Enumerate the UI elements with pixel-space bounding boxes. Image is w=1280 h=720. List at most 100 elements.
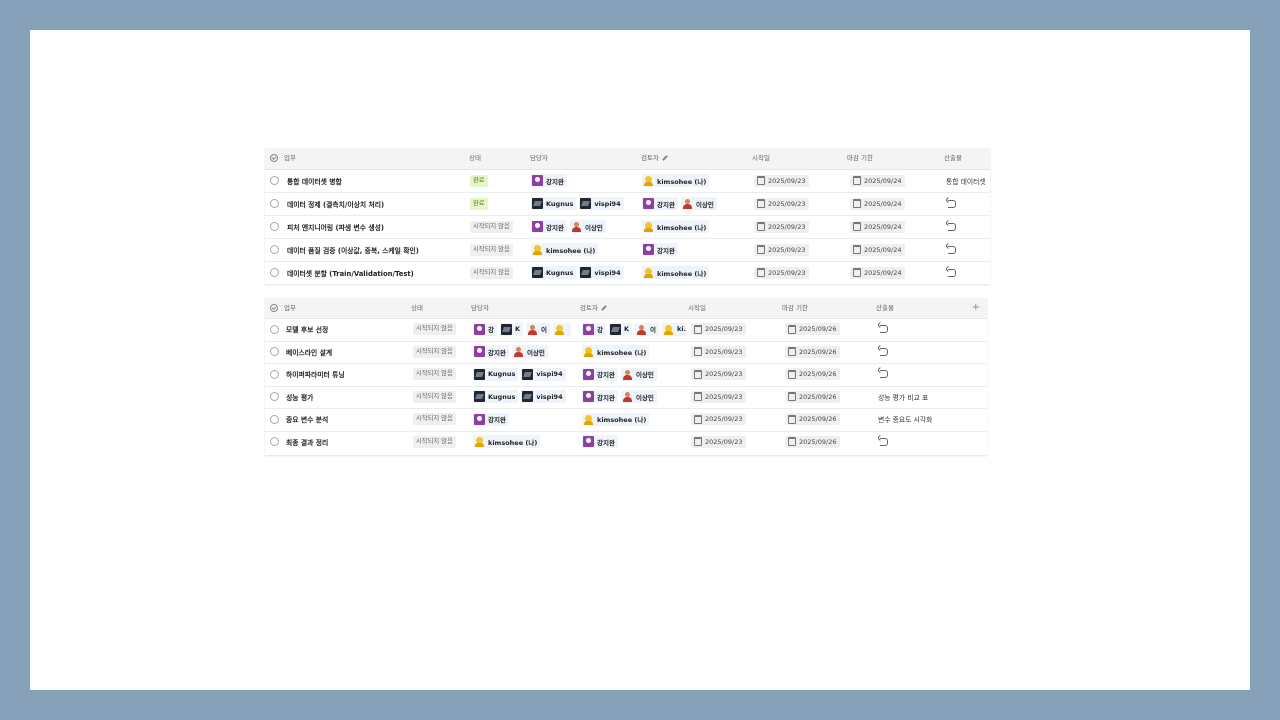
header-status[interactable]: 상태 (411, 298, 423, 318)
assignee-cell[interactable]: Kugnus vispi94 (531, 261, 627, 284)
assignee-cell[interactable]: Kugnus vispi94 (531, 192, 627, 215)
assignee-cell[interactable]: Kugnus vispi94 (473, 363, 569, 386)
deliverable-link-icon[interactable] (880, 325, 888, 334)
complete-checkbox[interactable] (270, 245, 279, 254)
status-badge[interactable]: 시작되지 않음 (413, 413, 456, 426)
due-date[interactable]: 2025/09/26 (785, 413, 841, 426)
reviewer-cell[interactable]: kimsohee (나) (582, 408, 652, 431)
task-name[interactable]: 데이터 정제 (결측치/이상치 처리) (287, 192, 384, 215)
complete-checkbox[interactable] (270, 199, 279, 208)
complete-checkbox[interactable] (270, 392, 279, 402)
header-start-date[interactable]: 시작일 (688, 298, 706, 318)
deliverable-link-icon[interactable] (880, 347, 888, 356)
header-reviewer[interactable]: 검토자 (580, 298, 607, 318)
complete-checkbox[interactable] (270, 347, 279, 357)
table-row[interactable]: 최종 결과 정리 시작되지 않음 kimsohee (나) 강지완 2025/0… (265, 431, 987, 454)
deliverable-link-icon[interactable] (880, 370, 888, 379)
reviewer-cell[interactable]: kimsohee (나) (642, 261, 712, 284)
assignee-cell[interactable]: 강지완 (473, 408, 512, 431)
task-name[interactable]: 하이퍼파라미터 튜닝 (286, 363, 345, 386)
deliverable-link-icon[interactable] (948, 268, 956, 277)
complete-checkbox[interactable] (270, 369, 279, 379)
reviewer-cell[interactable]: kimsohee (나) (642, 169, 712, 192)
task-name[interactable]: 베이스라인 설계 (286, 341, 332, 364)
task-name[interactable]: 데이터셋 분할 (Train/Validation/Test) (287, 261, 414, 284)
reviewer-cell[interactable]: 강지완 이상민 (642, 192, 720, 215)
header-start-date[interactable]: 시작일 (752, 148, 770, 168)
add-column-button[interactable]: + (972, 298, 980, 318)
table-row[interactable]: 하이퍼파라미터 튜닝 시작되지 않음 Kugnus vispi94 강지완 이상… (265, 363, 987, 387)
complete-checkbox[interactable] (270, 176, 279, 185)
reviewer-cell[interactable]: 강지완 (582, 431, 621, 454)
table-row[interactable]: 피처 엔지니어링 (파생 변수 생성) 시작되지 않음 강지완 이상민 kims… (265, 215, 990, 239)
status-badge[interactable]: 시작되지 않음 (413, 368, 456, 381)
due-date[interactable]: 2025/09/24 (850, 266, 906, 279)
deliverable-text[interactable]: 통합 데이터셋 (946, 169, 986, 192)
reviewer-cell[interactable]: kimsohee (나) (582, 341, 652, 364)
task-name[interactable]: 중요 변수 분석 (286, 408, 328, 431)
due-date[interactable]: 2025/09/26 (785, 390, 841, 403)
header-deliverable[interactable]: 산출물 (944, 148, 962, 168)
assignee-cell[interactable]: Kugnus vispi94 (473, 386, 569, 409)
task-name[interactable]: 통합 데이터셋 병합 (287, 169, 342, 192)
reviewer-cell[interactable]: kimsohee (나) (642, 215, 712, 238)
task-name[interactable]: 최종 결과 정리 (286, 431, 328, 454)
status-badge[interactable]: 시작되지 않음 (470, 243, 513, 256)
assignee-cell[interactable]: 강지완 이상민 (531, 215, 609, 238)
deliverable-link-icon[interactable] (880, 437, 888, 446)
header-task[interactable]: 업무 (284, 298, 296, 318)
table-row[interactable]: 성능 평가 시작되지 않음 Kugnus vispi94 강지완 이상민 202… (265, 386, 987, 409)
task-name[interactable]: 데이터 품질 검증 (이상값, 중복, 스케일 확인) (287, 238, 419, 261)
table-row[interactable]: 중요 변수 분석 시작되지 않음 강지완 kimsohee (나) 2025/0… (265, 408, 987, 432)
complete-checkbox[interactable] (270, 414, 279, 424)
status-badge[interactable]: 시작되지 않음 (470, 220, 513, 233)
due-date[interactable]: 2025/09/26 (785, 368, 841, 381)
header-status[interactable]: 상태 (469, 148, 481, 168)
status-badge[interactable]: 시작되지 않음 (413, 323, 456, 336)
start-date[interactable]: 2025/09/23 (754, 243, 810, 256)
start-date[interactable]: 2025/09/23 (754, 220, 810, 233)
header-task[interactable]: 업무 (284, 148, 296, 168)
start-date[interactable]: 2025/09/23 (754, 174, 810, 187)
task-name[interactable]: 모델 후보 선정 (286, 318, 328, 341)
assignee-cell[interactable]: kimsohee (나) (473, 431, 543, 454)
table-row[interactable]: 데이터 정제 (결측치/이상치 처리) 완료 Kugnus vispi94 강지… (265, 192, 990, 216)
table-row[interactable]: 통합 데이터셋 병합 완료 강지완 kimsohee (나) 2025/09/2… (265, 169, 990, 193)
due-date[interactable]: 2025/09/26 (785, 345, 841, 358)
deliverable-link-icon[interactable] (948, 199, 956, 208)
deliverable-text[interactable]: 성능 평가 비교 표 (878, 386, 928, 409)
status-badge[interactable]: 시작되지 않음 (470, 266, 513, 279)
status-badge[interactable]: 완료 (470, 197, 488, 210)
complete-checkbox[interactable] (270, 222, 279, 231)
header-due-date[interactable]: 마감 기한 (847, 148, 873, 168)
due-date[interactable]: 2025/09/26 (785, 435, 841, 448)
assignee-cell[interactable]: 강지완 이상민 (473, 341, 551, 364)
deliverable-link-icon[interactable] (948, 222, 956, 231)
status-badge[interactable]: 시작되지 않음 (413, 345, 456, 358)
table-row[interactable]: 베이스라인 설계 시작되지 않음 강지완 이상민 kimsohee (나) 20… (265, 341, 987, 364)
deliverable-link-icon[interactable] (948, 245, 956, 254)
start-date[interactable]: 2025/09/23 (754, 266, 810, 279)
reviewer-cell[interactable]: 강지완 이상민 (582, 363, 660, 386)
header-reviewer[interactable]: 검토자 (641, 148, 668, 168)
reviewer-cell[interactable]: 강지완 이상민 (582, 386, 660, 409)
due-date[interactable]: 2025/09/26 (785, 323, 841, 336)
reviewer-cell[interactable]: 강지완 (642, 238, 681, 261)
deliverable-text[interactable]: 변수 중요도 시각화 (878, 408, 932, 431)
due-date[interactable]: 2025/09/24 (850, 220, 906, 233)
due-date[interactable]: 2025/09/24 (850, 243, 906, 256)
assignee-cell[interactable]: kimsohee (나) (531, 238, 601, 261)
start-date[interactable]: 2025/09/23 (691, 390, 747, 403)
complete-checkbox[interactable] (270, 437, 279, 447)
start-date[interactable]: 2025/09/23 (691, 413, 747, 426)
header-due-date[interactable]: 마감 기한 (782, 298, 808, 318)
status-badge[interactable]: 완료 (470, 174, 488, 187)
start-date[interactable]: 2025/09/23 (691, 435, 747, 448)
table-row[interactable]: 데이터 품질 검증 (이상값, 중복, 스케일 확인) 시작되지 않음 kims… (265, 238, 990, 262)
header-assignee[interactable]: 담당자 (530, 148, 548, 168)
complete-checkbox[interactable] (270, 324, 279, 334)
table-row[interactable]: 모델 후보 선정 시작되지 않음 강 K 이 강 K 이 ki... 2025/… (265, 318, 987, 342)
start-date[interactable]: 2025/09/23 (691, 323, 747, 336)
header-assignee[interactable]: 담당자 (471, 298, 489, 318)
status-badge[interactable]: 시작되지 않음 (413, 435, 456, 448)
